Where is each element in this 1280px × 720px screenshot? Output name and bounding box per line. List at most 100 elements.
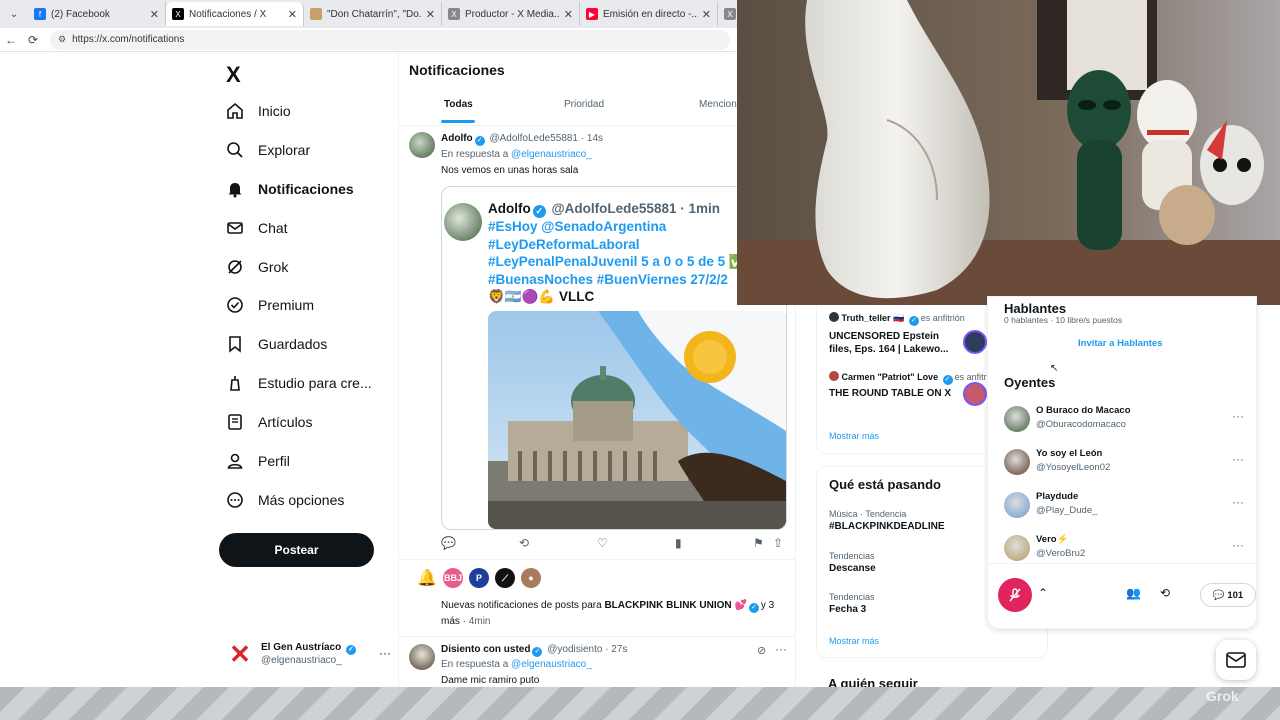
group-avatar-4[interactable]: ●	[521, 568, 541, 588]
tab-todas[interactable]: Todas	[444, 99, 473, 110]
listener-item[interactable]: Yo soy el León @YosoyelLeon02 ···	[1004, 448, 1244, 478]
space-2-title[interactable]: THE ROUND TABLE ON X	[829, 388, 951, 399]
reply-icon[interactable]: 💬	[441, 536, 456, 550]
sidebar-item-studio[interactable]: Estudio para cre...	[226, 374, 372, 392]
sidebar-item-bookmark[interactable]: Guardados	[226, 335, 327, 353]
like-icon[interactable]: ♡	[597, 536, 608, 550]
reply-to-link[interactable]: @elgenaustriaco_	[511, 149, 592, 160]
comments-button[interactable]: 💬 101	[1200, 583, 1256, 607]
sidebar-item-profile[interactable]: Perfil	[226, 452, 290, 470]
space-2-avatar[interactable]	[963, 382, 987, 406]
tweet-avatar[interactable]	[409, 644, 435, 670]
browser-tab[interactable]: X Notificaciones / X ✕	[166, 2, 304, 26]
sidebar-item-grok[interactable]: Grok	[226, 258, 288, 276]
listener-name: Yo soy el León	[1036, 448, 1103, 459]
sidebar-item-search[interactable]: Explorar	[226, 141, 310, 159]
reload-button[interactable]: ⟳	[22, 33, 44, 47]
page-title: Notificaciones	[409, 62, 505, 78]
mail-icon	[226, 219, 244, 237]
reply-to-link[interactable]: @elgenaustriaco_	[511, 659, 592, 670]
url-field[interactable]: ⚙ https://x.com/notifications	[50, 29, 730, 50]
group-avatar-2[interactable]: P	[469, 568, 489, 588]
account-avatar: ✕	[229, 638, 251, 669]
verified-icon: ✓	[532, 647, 543, 657]
site-info-icon[interactable]: ⚙	[58, 34, 66, 45]
sidebar-item-more[interactable]: Más opciones	[226, 491, 344, 509]
flag-icon: 🇷🇺	[893, 313, 905, 323]
share-icon[interactable]: ⇧	[773, 536, 783, 550]
trend-name[interactable]: Descanse	[829, 563, 876, 574]
tweet-time[interactable]: · 27s	[605, 644, 627, 655]
post-button[interactable]: Postear	[219, 533, 374, 567]
retweet-icon[interactable]: ⟲	[519, 536, 529, 550]
tab-close-icon[interactable]: ✕	[150, 8, 159, 21]
space-1-title[interactable]: UNCENSORED Epstein files, Eps. 164 | Lak…	[829, 330, 954, 356]
bookmark-icon[interactable]: ⚑	[753, 536, 764, 550]
x-logo[interactable]: X	[226, 62, 241, 88]
group-avatar-1[interactable]: BBJ	[443, 568, 463, 588]
tweet-author-handle[interactable]: @yodisiento	[547, 644, 602, 655]
listener-more-icon[interactable]: ···	[1232, 495, 1244, 509]
listener-item[interactable]: Playdude @Play_Dude_ ···	[1004, 491, 1244, 521]
trend-meta: Música · Tendencia	[829, 509, 907, 519]
sidebar-item-label: Notificaciones	[258, 181, 354, 197]
browser-tab[interactable]: "Don Chatarrín", "Do... ✕	[304, 2, 442, 26]
listener-more-icon[interactable]: ···	[1232, 452, 1244, 466]
account-switcher[interactable]: ✕ El Gen Austríaco ✓ @elgenaustriaco_ ··…	[226, 638, 391, 669]
sidebar-item-bell[interactable]: Notificaciones	[226, 180, 354, 198]
space-1-avatar[interactable]	[963, 330, 987, 354]
sidebar-item-home[interactable]: Inicio	[226, 102, 291, 120]
emoji-group: 🦁🇦🇷🟣💪	[488, 289, 556, 304]
retweet-space-icon[interactable]: ⟲	[1160, 586, 1170, 600]
tweet-author-name[interactable]: Disiento con usted	[441, 644, 530, 655]
tab-favicon-icon: X	[448, 8, 460, 20]
tweet-author-name[interactable]: Adolfo	[441, 133, 473, 144]
people-icon[interactable]: 👥	[1126, 586, 1141, 600]
listener-item[interactable]: O Buraco do Macaco @Oburacodomacaco ···	[1004, 405, 1244, 435]
trend-name[interactable]: #BLACKPINKDEADLINE	[829, 521, 945, 532]
sidebar-item-label: Grok	[258, 259, 289, 275]
tweet-more-icon[interactable]: ···	[775, 642, 787, 656]
space-1-host[interactable]: Truth_teller 🇷🇺 ✓ es anfitrión	[829, 312, 965, 326]
tab-close-icon[interactable]: ✕	[426, 8, 435, 21]
tweet-time[interactable]: · 14s	[581, 133, 603, 144]
trend-name[interactable]: Fecha 3	[829, 604, 866, 615]
tab-prioridad[interactable]: Prioridad	[564, 99, 604, 110]
show-more-link[interactable]: Mostrar más	[829, 636, 879, 646]
listener-item[interactable]: Vero⚡ @VeroBru2 ···	[1004, 534, 1244, 564]
tab-title: (2) Facebook	[51, 8, 110, 20]
listener-more-icon[interactable]: ···	[1232, 409, 1244, 423]
browser-tab[interactable]: ▶ Emisión en directo -... ✕	[580, 2, 718, 26]
tab-close-icon[interactable]: ✕	[288, 8, 297, 21]
sidebar-item-articles[interactable]: Artículos	[226, 413, 312, 431]
sidebar-item-label: Explorar	[258, 142, 311, 158]
sidebar-item-premium[interactable]: Premium	[226, 296, 314, 314]
tab-list-dropdown[interactable]: ⌄	[4, 4, 24, 24]
mic-muted-button[interactable]	[998, 578, 1032, 612]
views-icon[interactable]: ▮	[675, 536, 682, 550]
url-text: https://x.com/notifications	[72, 34, 185, 45]
chevron-up-icon[interactable]: ⌃	[1038, 586, 1048, 600]
show-more-link[interactable]: Mostrar más	[829, 431, 879, 441]
group-notification-text[interactable]: Nuevas notificaciones de posts para BLAC…	[441, 598, 791, 630]
back-button[interactable]: ←	[0, 33, 22, 47]
invite-speakers-button[interactable]: Invitar a Hablantes	[1078, 338, 1162, 349]
sidebar-item-mail[interactable]: Chat	[226, 219, 288, 237]
tweet-avatar[interactable]	[409, 132, 435, 158]
account-more-icon[interactable]: ···	[379, 646, 391, 660]
group-avatar-3[interactable]: ⟋	[495, 568, 515, 588]
quoted-tweet-card[interactable]: Adolfo ✓ @AdolfoLede55881 · 1min #EsHoy @…	[441, 186, 787, 530]
sidebar-item-label: Inicio	[258, 103, 291, 119]
tweet-author-handle[interactable]: @AdolfoLede55881	[489, 133, 578, 144]
quoted-media-image[interactable]	[488, 311, 786, 529]
tab-title: "Don Chatarrín", "Do...	[327, 8, 422, 20]
tab-close-icon[interactable]: ✕	[564, 8, 573, 21]
listener-handle: @VeroBru2	[1036, 548, 1086, 559]
messages-drawer-button[interactable]	[1216, 640, 1256, 680]
tab-close-icon[interactable]: ✕	[702, 8, 711, 21]
space-panel: Hablantes 0 hablantes · 10 libre/s puest…	[987, 296, 1258, 629]
browser-tab[interactable]: X Productor - X Media... ✕	[442, 2, 580, 26]
browser-tab[interactable]: f (2) Facebook ✕	[28, 2, 166, 26]
listener-more-icon[interactable]: ···	[1232, 538, 1244, 552]
grok-icon[interactable]: ⊘	[757, 644, 766, 657]
